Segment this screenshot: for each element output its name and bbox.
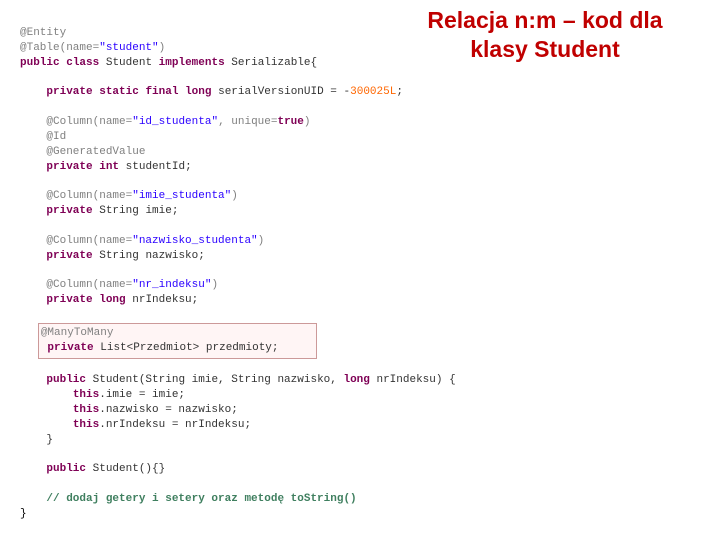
kw-public: public <box>20 57 60 69</box>
tok-string: String <box>99 205 139 217</box>
assign-nr: .nrIndeksu = nrIndeksu; <box>99 419 251 431</box>
annotation-table-open: @Table(name= <box>20 42 99 54</box>
annotation-entity: @Entity <box>20 27 66 39</box>
kw-final: final <box>145 86 178 98</box>
highlight-box: @ManyToMany private List<Przedmiot> prze… <box>38 323 317 359</box>
kw-public: public <box>46 374 86 386</box>
kw-class: class <box>66 57 99 69</box>
rbrace: } <box>46 434 53 446</box>
tok-string: String <box>99 250 139 262</box>
annotation-id: @Id <box>46 131 66 143</box>
tok-list: List<Przedmiot> <box>100 342 199 354</box>
str-id: "id_studenta" <box>132 116 218 128</box>
kw-private: private <box>46 161 92 173</box>
tok-serializable: Serializable{ <box>231 57 317 69</box>
rbrace: } <box>20 508 27 520</box>
kw-long: long <box>343 374 369 386</box>
annotation-col: @Column(name= <box>46 279 132 291</box>
kw-implements: implements <box>159 57 225 69</box>
ctor-sig1: Student(String imie <box>93 374 218 386</box>
kw-this: this <box>73 389 99 401</box>
semi: ; <box>396 86 403 98</box>
kw-private: private <box>46 86 92 98</box>
ctor2: Student(){} <box>93 463 166 475</box>
kw-this: this <box>73 419 99 431</box>
annotation-close: ) <box>231 190 238 202</box>
str-imie: "imie_studenta" <box>132 190 231 202</box>
semi: ; <box>185 161 192 173</box>
assign-imie: .imie = imie; <box>99 389 185 401</box>
string-student: "student" <box>99 42 158 54</box>
annotation-sep: , unique= <box>218 116 277 128</box>
kw-private: private <box>46 250 92 262</box>
tok-imie: imie <box>145 205 171 217</box>
annotation-close: ) <box>211 279 218 291</box>
annotation-close: ) <box>258 235 265 247</box>
annotation-m2m: @ManyToMany <box>41 327 114 339</box>
kw-this: this <box>73 404 99 416</box>
tok-studentId: studentId <box>126 161 185 173</box>
class-name: Student <box>106 57 152 69</box>
semi: ; <box>272 342 279 354</box>
code-block: @Entity @Table(name="student") public cl… <box>20 26 456 522</box>
kw-int: int <box>99 161 119 173</box>
semi: ; <box>198 250 205 262</box>
kw-static: static <box>99 86 139 98</box>
tok-nrI: nrIndeksu <box>132 294 191 306</box>
annotation-table-close: ) <box>159 42 166 54</box>
annotation-col: @Column(name= <box>46 235 132 247</box>
str-nazw: "nazwisko_studenta" <box>132 235 257 247</box>
kw-long: long <box>185 86 211 98</box>
kw-private: private <box>47 342 93 354</box>
kw-private: private <box>46 205 92 217</box>
kw-private: private <box>46 294 92 306</box>
ctor-sig3: , <box>330 374 343 386</box>
assign-nazw: .nazwisko = nazwisko; <box>99 404 238 416</box>
title-line-2: klasy Student <box>470 36 620 62</box>
tok-przedmioty: przedmioty <box>206 342 272 354</box>
num-svuid: 300025L <box>350 86 396 98</box>
comment: // dodaj getery i setery oraz metodę toS… <box>46 493 356 505</box>
semi: ; <box>172 205 179 217</box>
title-line-1: Relacja n:m – kod dla <box>427 7 662 33</box>
str-nr: "nr_indeksu" <box>132 279 211 291</box>
annotation-col: @Column(name= <box>46 190 132 202</box>
ctor-sig4: nrIndeksu) { <box>370 374 456 386</box>
kw-long: long <box>99 294 125 306</box>
kw-true: true <box>277 116 303 128</box>
kw-public: public <box>46 463 86 475</box>
annotation-col: @Column(name= <box>46 116 132 128</box>
annotation-close: ) <box>304 116 311 128</box>
ctor-sig2: , String nazwisko <box>218 374 330 386</box>
tok-nazw: nazwisko <box>145 250 198 262</box>
annotation-gen: @GeneratedValue <box>46 146 145 158</box>
semi: ; <box>192 294 199 306</box>
tok-svuid: serialVersionUID = - <box>218 86 350 98</box>
